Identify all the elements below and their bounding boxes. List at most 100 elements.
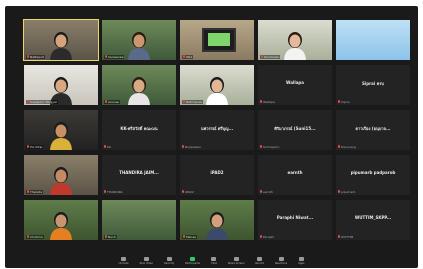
video-tile[interactable] xyxy=(335,19,411,61)
mic-muted-icon xyxy=(338,145,340,148)
toolbar-button-reactions[interactable]: Reactions xyxy=(275,257,287,265)
mic-muted-icon xyxy=(27,55,29,58)
mic-muted-icon xyxy=(105,235,107,238)
participant-name-label: pipumarb xyxy=(338,190,355,194)
toolbar-button-label: Participants xyxy=(185,262,200,265)
toolbar-button-security[interactable]: Security xyxy=(164,257,174,265)
mic-muted-icon xyxy=(105,100,107,103)
toolbar-button-stop-video[interactable]: Stop Video xyxy=(140,257,153,265)
mic-muted-icon xyxy=(261,55,263,58)
toolbar-button-apps[interactable]: Apps xyxy=(298,257,304,265)
toolbar-button-label: Stop Video xyxy=(139,262,153,265)
mic-muted-icon xyxy=(260,235,262,238)
stop-video-icon xyxy=(143,257,149,261)
video-tile[interactable]: Saowanee xyxy=(101,19,177,61)
mic-muted-icon xyxy=(183,100,185,103)
toolbar-button-label: Share Screen xyxy=(227,262,245,265)
video-tile[interactable]: Chutima xyxy=(23,199,99,241)
participant-name-label: iPAD2 xyxy=(182,190,194,194)
mic-muted-icon xyxy=(338,100,340,103)
video-tile[interactable]: Ratchanee xyxy=(179,64,255,106)
toolbar-button-label: Unmute xyxy=(118,262,129,265)
reactions-icon xyxy=(278,257,284,261)
video-tile[interactable]: Pornthip xyxy=(23,109,99,151)
chat-icon xyxy=(211,257,217,261)
participants-icon xyxy=(190,257,196,261)
mic-muted-icon xyxy=(183,55,185,58)
participant-avatar xyxy=(50,122,72,150)
video-tile[interactable]: Nattawut xyxy=(23,19,99,61)
participant-display-name: earnth xyxy=(287,170,303,175)
participant-display-name: WUTTIM_SKPP... xyxy=(354,215,392,220)
video-tile[interactable]: Nuch xyxy=(101,199,177,241)
toolbar-button-share-screen[interactable]: Share Screen xyxy=(227,257,245,265)
participant-name-label: WUTTIM xyxy=(338,235,353,239)
participant-name-label: Arunee xyxy=(104,100,120,104)
participant-name-label: Sirimaporn xyxy=(260,145,279,149)
mic-muted-icon xyxy=(183,235,185,238)
mic-muted-icon xyxy=(260,190,262,193)
participant-avatar xyxy=(50,212,72,240)
mic-muted-icon xyxy=(338,235,340,238)
participant-name-label: THANDIRA xyxy=(104,190,123,194)
toolbar-button-unmute[interactable]: Unmute xyxy=(119,257,129,265)
participant-avatar xyxy=(284,32,306,60)
participant-display-name: pipumarb padparob xyxy=(350,170,396,175)
name-tile[interactable]: Wallapa Wallapa xyxy=(257,64,333,106)
participant-name-label: Saowanee xyxy=(104,55,125,59)
participant-name-label: Supaporn Tongyai xyxy=(26,100,58,104)
video-tile[interactable]: Thanida xyxy=(23,154,99,196)
toolbar-button-label: Record xyxy=(255,262,265,265)
apps-icon xyxy=(298,257,304,261)
participant-display-name: KK-ศรีสวัสดิ์ คณะมน xyxy=(120,126,158,131)
mic-muted-icon xyxy=(27,145,29,148)
name-tile[interactable]: iPAD2 iPAD2 xyxy=(179,154,255,196)
video-tile[interactable]: Supaporn Tongyai xyxy=(23,64,99,106)
video-tile[interactable]: Arunee xyxy=(101,64,177,106)
mic-muted-icon xyxy=(182,145,184,148)
mic-muted-icon xyxy=(105,55,107,58)
participant-display-name: ศิริมาภรณ์ (Suni15... xyxy=(274,126,316,131)
name-tile[interactable]: ดาวเรือง (อนุบาล... Daoruang xyxy=(335,109,411,151)
participant-name-label: Kanokwan xyxy=(260,55,281,59)
name-tile[interactable]: pipumarb padparob pipumarb xyxy=(335,154,411,196)
participant-name-label: Paraphi xyxy=(260,235,274,239)
video-tile[interactable]: Kanokwan xyxy=(257,19,333,61)
record-icon xyxy=(257,257,263,261)
participant-avatar xyxy=(50,167,72,195)
mic-muted-icon xyxy=(27,235,29,238)
name-tile[interactable]: นพวรรณ์ ศรีบุญ... Noppawan xyxy=(179,109,255,151)
name-tile[interactable]: Paraphi Niwat... Paraphi xyxy=(257,199,333,241)
participant-name-label: Pornthip xyxy=(26,145,44,149)
meeting-window: Nattawut Saowanee iPad Kanokwan Supaporn Ton… xyxy=(5,6,418,268)
name-tile[interactable]: WUTTIM_SKPP... WUTTIM xyxy=(335,199,411,241)
mic-muted-icon xyxy=(104,145,106,148)
name-tile[interactable]: Siprai ครบ Siprai xyxy=(335,64,411,106)
participant-name-label: Chutima xyxy=(26,235,44,239)
toolbar-button-participants[interactable]: Participants xyxy=(185,257,200,265)
participant-avatar xyxy=(128,32,150,60)
mic-muted-icon xyxy=(260,145,262,148)
participant-grid: Nattawut Saowanee iPad Kanokwan Supaporn Ton… xyxy=(23,19,411,241)
toolbar-button-label: Apps xyxy=(298,262,305,265)
mic-muted-icon xyxy=(260,100,262,103)
participant-avatar xyxy=(206,77,228,105)
participant-display-name: Paraphi Niwat... xyxy=(276,215,314,220)
toolbar-button-chat[interactable]: Chat xyxy=(211,257,217,265)
name-tile[interactable]: earnth earnth xyxy=(257,154,333,196)
name-tile[interactable]: THANDIRA JAIM... THANDIRA xyxy=(101,154,177,196)
participant-avatar xyxy=(50,32,72,60)
name-tile[interactable]: ศิริมาภรณ์ (Suni15... Sirimaporn xyxy=(257,109,333,151)
participant-display-name: Wallapa xyxy=(286,80,304,85)
video-tile[interactable]: iPad xyxy=(179,19,255,61)
toolbar-button-label: Chat xyxy=(210,262,217,265)
mic-muted-icon xyxy=(338,190,340,193)
participant-display-name: THANDIRA JAIM... xyxy=(119,170,159,175)
name-tile[interactable]: KK-ศรีสวัสดิ์ คณะมน KK xyxy=(101,109,177,151)
participant-name-label: Manee xyxy=(182,235,198,239)
video-tile[interactable]: Manee xyxy=(179,199,255,241)
participant-name-label: Nattawut xyxy=(26,55,45,59)
toolbar-button-record[interactable]: Record xyxy=(255,257,264,265)
toolbar-button-label: Security xyxy=(164,262,175,265)
participant-name-label: Nuch xyxy=(104,235,117,239)
